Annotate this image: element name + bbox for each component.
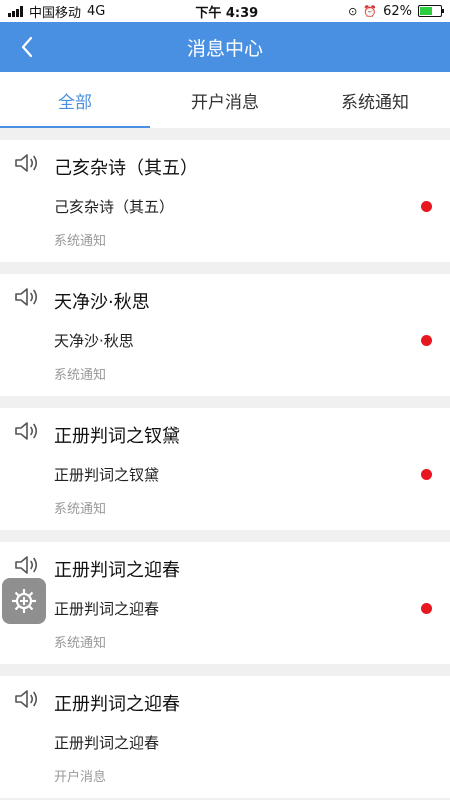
rotation-lock-icon: ⊙ bbox=[348, 4, 358, 18]
network-type: 4G bbox=[87, 3, 106, 19]
tab-all[interactable]: 全部 bbox=[0, 72, 150, 128]
message-category: 系统通知 bbox=[54, 502, 107, 517]
floating-assist-button[interactable] bbox=[2, 578, 46, 624]
message-category: 系统通知 bbox=[54, 636, 107, 651]
battery-percent: 62% bbox=[383, 3, 412, 19]
speaker-icon bbox=[15, 422, 38, 440]
page-title: 消息中心 bbox=[186, 37, 263, 60]
header-bar: 消息中心 bbox=[0, 22, 450, 72]
message-category: 系统通知 bbox=[54, 234, 107, 249]
message-card[interactable]: 正册判词之钗黛 正册判词之钗黛 系统通知 bbox=[0, 408, 450, 530]
message-title: 正册判词之迎春 bbox=[54, 560, 180, 581]
message-content: 正册判词之迎春 bbox=[54, 734, 160, 752]
tab-system-notice[interactable]: 系统通知 bbox=[300, 72, 450, 128]
chevron-left-icon bbox=[21, 36, 33, 58]
tab-account-opening[interactable]: 开户消息 bbox=[150, 72, 300, 128]
message-card[interactable]: 正册判词之迎春 正册判词之迎春 系统通知 bbox=[0, 542, 450, 664]
status-left: 中国移动 4G bbox=[8, 2, 105, 21]
carrier-name: 中国移动 bbox=[29, 5, 82, 21]
speaker-icon bbox=[15, 288, 38, 306]
message-category: 系统通知 bbox=[54, 368, 107, 383]
back-button[interactable] bbox=[12, 22, 42, 72]
alarm-icon: ⏰ bbox=[363, 4, 378, 18]
unread-dot bbox=[421, 335, 432, 346]
message-list: 己亥杂诗（其五） 己亥杂诗（其五） 系统通知 天净沙·秋思 天净沙·秋思 系统通… bbox=[0, 128, 450, 798]
message-category: 开户消息 bbox=[54, 770, 107, 785]
message-title: 正册判词之钗黛 bbox=[54, 426, 180, 447]
message-content: 天净沙·秋思 bbox=[54, 332, 134, 350]
message-content: 己亥杂诗（其五） bbox=[54, 198, 175, 216]
status-bar: 中国移动 4G 下午 4:39 ⊙ ⏰ 62% bbox=[0, 0, 450, 22]
message-card[interactable]: 天净沙·秋思 天净沙·秋思 系统通知 bbox=[0, 274, 450, 396]
message-content: 正册判词之迎春 bbox=[54, 600, 160, 618]
gear-icon bbox=[12, 589, 36, 613]
signal-icon bbox=[8, 5, 23, 17]
message-title: 天净沙·秋思 bbox=[54, 292, 150, 313]
message-card[interactable]: 己亥杂诗（其五） 己亥杂诗（其五） 系统通知 bbox=[0, 140, 450, 262]
speaker-icon bbox=[15, 556, 38, 574]
tab-bar: 全部 开户消息 系统通知 bbox=[0, 72, 450, 128]
speaker-icon bbox=[15, 690, 38, 708]
status-right: ⊙ ⏰ 62% bbox=[348, 3, 444, 19]
message-content: 正册判词之钗黛 bbox=[54, 466, 160, 484]
message-card[interactable]: 正册判词之迎春 正册判词之迎春 开户消息 bbox=[0, 676, 450, 798]
status-time: 下午 4:39 bbox=[195, 5, 259, 21]
unread-dot bbox=[421, 469, 432, 480]
speaker-icon bbox=[15, 154, 38, 172]
battery-icon bbox=[417, 5, 444, 17]
message-title: 己亥杂诗（其五） bbox=[54, 158, 198, 179]
unread-dot bbox=[421, 201, 432, 212]
unread-dot bbox=[421, 603, 432, 614]
battery-fill bbox=[419, 7, 432, 15]
message-title: 正册判词之迎春 bbox=[54, 694, 180, 715]
